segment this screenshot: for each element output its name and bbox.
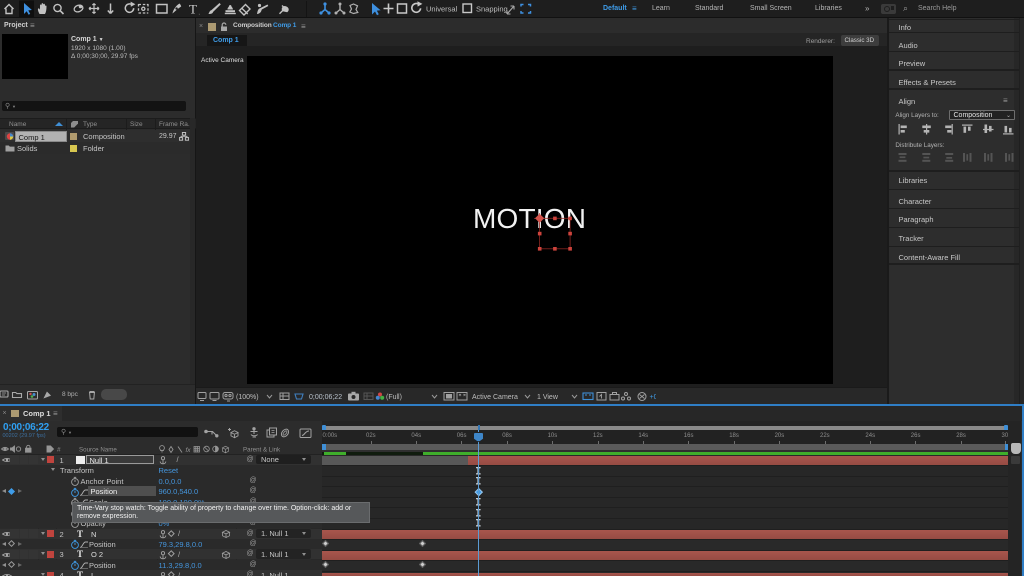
svg-text:+0.0: +0.0 — [650, 394, 657, 401]
svg-text:Universal: Universal — [426, 5, 458, 14]
svg-text:fx: fx — [186, 447, 192, 454]
svg-text:#: # — [57, 447, 61, 454]
svg-text:Source Name: Source Name — [79, 447, 117, 454]
svg-text:Parent & Link: Parent & Link — [243, 447, 281, 454]
svg-text:(100%): (100%) — [236, 394, 259, 401]
svg-text:1 View: 1 View — [537, 394, 559, 401]
svg-text:.: . — [199, 11, 200, 17]
svg-text:T: T — [189, 2, 197, 17]
svg-text:Snapping: Snapping — [476, 5, 508, 14]
svg-text:0;00;06;22: 0;00;06;22 — [309, 394, 342, 401]
svg-text:Active Camera: Active Camera — [472, 394, 518, 401]
svg-text:(Full): (Full) — [386, 394, 402, 401]
